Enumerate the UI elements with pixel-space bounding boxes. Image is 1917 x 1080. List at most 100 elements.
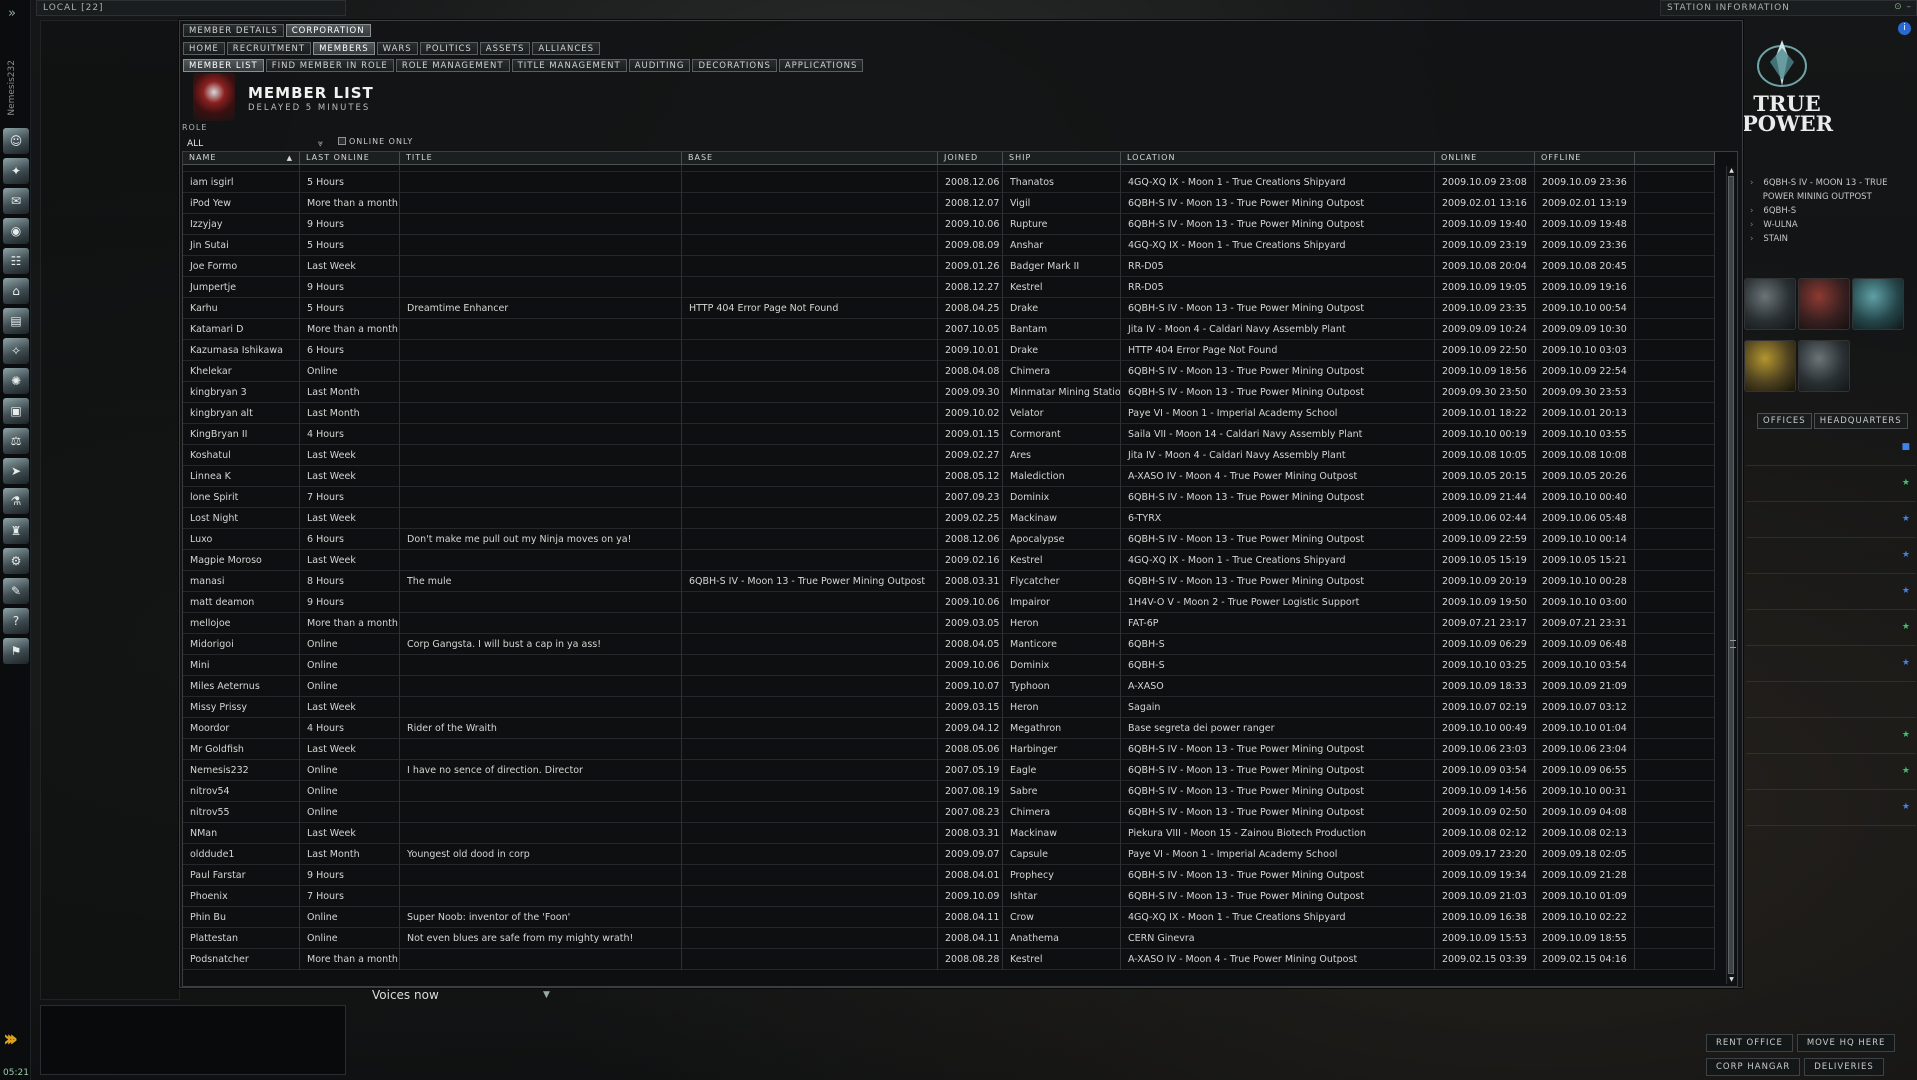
column-joined[interactable]: JOINED — [938, 152, 1003, 165]
table-row[interactable]: Mini Online 2009.10.06 Dominix 6QBH-S 2009.10… — [183, 655, 1715, 676]
table-row[interactable]: matt deamon 9 Hours 2009.10.06 Impairor 1H4V… — [183, 592, 1715, 613]
column-ship[interactable]: SHIP — [1003, 152, 1121, 165]
skills-icon[interactable]: ✦ — [3, 158, 29, 184]
table-row[interactable]: Luxo 6 Hours Don't make me pull out my Nin… — [183, 529, 1715, 550]
table-row[interactable]: Moordor 4 Hours Rider of the Wraith 2009.04… — [183, 718, 1715, 739]
people-icon[interactable]: ☷ — [3, 248, 29, 274]
tab-decorations[interactable]: DECORATIONS — [692, 59, 777, 72]
tab-politics[interactable]: POLITICS — [419, 42, 478, 55]
column-offline[interactable]: OFFLINE — [1535, 152, 1635, 165]
table-row[interactable]: Midorigoi Online Corp Gangsta. I will bust… — [183, 634, 1715, 655]
table-row[interactable]: Karhu 5 Hours Dreamtime Enhancer HTTP 404 E… — [183, 298, 1715, 319]
corp-hangar-button[interactable]: CORP HANGAR — [1706, 1058, 1801, 1076]
table-row[interactable]: NMan Last Week 2008.03.31 Mackinaw Piekura V… — [183, 823, 1715, 844]
table-row[interactable]: Katamari D More than a month 2007.10.05 Ban… — [183, 319, 1715, 340]
expand-icon[interactable]: » — [8, 6, 16, 21]
factory-icon[interactable]: ⚙ — [3, 548, 29, 574]
scrollbar[interactable]: ▲ ▼ — [1726, 166, 1736, 984]
tab-title-management[interactable]: TITLE MANAGEMENT — [511, 59, 627, 72]
rent-office-button[interactable]: RENT OFFICE — [1706, 1034, 1793, 1052]
role-dropdown[interactable]: ALL ⩔ — [182, 138, 327, 152]
table-row[interactable]: Jin Sutai 5 Hours 2009.08.09 Anshar 4GQ-XQ I… — [183, 235, 1715, 256]
tab-member-details[interactable]: MEMBER DETAILS — [183, 24, 284, 37]
column-extra[interactable] — [1635, 152, 1715, 165]
pilot-name[interactable]: Nemesis232 — [7, 60, 23, 116]
table-row[interactable]: nitrov55 Online 2007.08.23 Chimera 6QBH-S IV… — [183, 802, 1715, 823]
info-icon[interactable]: i — [1898, 22, 1911, 35]
corporation-icon[interactable]: ♜ — [3, 518, 29, 544]
table-row[interactable]: Khelekar Online 2008.04.08 Chimera 6QBH-S IV… — [183, 361, 1715, 382]
service-portrait[interactable] — [1744, 340, 1796, 392]
table-row[interactable]: iPod Yew More than a month 2008.12.07 Vigil… — [183, 193, 1715, 214]
table-row[interactable]: mellojoe More than a month 2009.03.05 Heron… — [183, 613, 1715, 634]
move-hq-button[interactable]: MOVE HQ HERE — [1796, 1034, 1896, 1052]
table-row[interactable]: Phoenix 7 Hours 2009.10.09 Ishtar 6QBH-S IV … — [183, 886, 1715, 907]
list-item[interactable]: ★ — [1746, 718, 1916, 754]
map-icon[interactable]: ✧ — [3, 338, 29, 364]
table-row[interactable]: Koshatul Last Week 2009.02.27 Ares Jita IV -… — [183, 445, 1715, 466]
table-row[interactable]: Magpie Moroso Last Week 2009.02.16 Kestrel 4… — [183, 550, 1715, 571]
service-portrait[interactable] — [1852, 278, 1904, 330]
tab-auditing[interactable]: AUDITING — [628, 59, 691, 72]
table-row[interactable]: nitrov54 Online 2007.08.19 Sabre 6QBH-S IV -… — [183, 781, 1715, 802]
station-info-line[interactable]: › W-ULNA — [1750, 220, 1915, 234]
table-row[interactable]: Linnea K Last Week 2008.05.12 Malediction A-… — [183, 466, 1715, 487]
table-row[interactable]: Paul Farstar 9 Hours 2008.04.01 Prophecy 6QB… — [183, 865, 1715, 886]
service-portrait[interactable] — [1798, 278, 1850, 330]
table-row[interactable]: lone Spirit 7 Hours 2007.09.23 Dominix 6QBH-… — [183, 487, 1715, 508]
column-title[interactable]: TITLE — [400, 152, 682, 165]
tab-alliances[interactable]: ALLIANCES — [532, 42, 601, 55]
deliveries-button[interactable]: DELIVERIES — [1804, 1058, 1884, 1076]
scroll-down-icon[interactable]: ▼ — [1727, 975, 1736, 984]
table-row[interactable]: Jumpertje 9 Hours 2008.12.27 Kestrel RR-D05 2… — [183, 277, 1715, 298]
tab-headquarters[interactable]: HEADQUARTERS — [1813, 413, 1908, 429]
station-info-line[interactable]: › 6QBH-S — [1750, 206, 1915, 220]
station-info-line[interactable]: › STAIN — [1750, 234, 1915, 248]
table-row[interactable]: olddude1 Last Month Youngest old dood in c… — [183, 844, 1715, 865]
column-last-online[interactable]: LAST ONLINE — [300, 152, 400, 165]
list-item[interactable]: ★ — [1746, 790, 1916, 826]
starmap-icon[interactable]: ✺ — [3, 368, 29, 394]
table-row[interactable]: iam isgirl 5 Hours 2008.12.06 Thanatos 4GQ-X… — [183, 172, 1715, 193]
science-icon[interactable]: ⚗ — [3, 488, 29, 514]
mail-icon[interactable]: ✉ — [3, 188, 29, 214]
column-name[interactable]: NAME ▲ — [183, 152, 300, 165]
tab-assets[interactable]: ASSETS — [479, 42, 531, 55]
tab-member-list[interactable]: MEMBER LIST — [183, 59, 264, 72]
list-item[interactable] — [1746, 682, 1916, 718]
table-row[interactable]: Phin Bu Online Super Noob: inventor of the… — [183, 907, 1715, 928]
service-portrait[interactable] — [1744, 278, 1796, 330]
tab-corporation[interactable]: CORPORATION — [285, 24, 371, 37]
table-row[interactable]: Kazumasa Ishikawa 6 Hours 2009.10.01 Drake H… — [183, 340, 1715, 361]
table-row[interactable]: Missy Prissy Last Week 2009.03.15 Heron Saga… — [183, 697, 1715, 718]
table-row[interactable]: kingbryan 3 Last Month 2009.09.30 Minmatar … — [183, 382, 1715, 403]
character-icon[interactable]: ☺ — [3, 128, 29, 154]
table-row[interactable]: Lost Night Last Week 2009.02.25 Mackinaw 6-T… — [183, 508, 1715, 529]
service-portrait[interactable] — [1798, 340, 1850, 392]
table-row[interactable]: Nemesis232 Online I have no sence of direc… — [183, 760, 1715, 781]
list-item[interactable]: ★ — [1746, 754, 1916, 790]
list-item[interactable]: ★ — [1746, 502, 1916, 538]
tab-home[interactable]: HOME — [183, 42, 225, 55]
table-row[interactable]: Miles Aeternus Online 2009.10.07 Typhoon A-X… — [183, 676, 1715, 697]
tab-find-member-in-role[interactable]: FIND MEMBER IN ROLE — [265, 59, 394, 72]
window-controls-icon[interactable]: ⊙ – — [1894, 2, 1912, 12]
list-item[interactable]: ★ — [1746, 466, 1916, 502]
channels-icon[interactable]: ◉ — [3, 218, 29, 244]
ship-icon[interactable]: ➤ — [3, 458, 29, 484]
local-chat-input[interactable] — [40, 1005, 346, 1075]
scroll-up-icon[interactable]: ▲ — [1727, 166, 1736, 175]
table-row[interactable]: KingBryan II 4 Hours 2009.01.15 Cormorant Sa… — [183, 424, 1715, 445]
list-item[interactable]: ★ — [1746, 646, 1916, 682]
column-location[interactable]: LOCATION — [1121, 152, 1435, 165]
local-chat-header[interactable]: LOCAL [22] — [36, 0, 346, 16]
tab-role-management[interactable]: ROLE MANAGEMENT — [395, 59, 510, 72]
journal-icon[interactable]: ▤ — [3, 308, 29, 334]
table-row[interactable]: Izzyjay 9 Hours 2009.10.06 Rupture 6QBH-S IV… — [183, 214, 1715, 235]
table-row[interactable]: Podsnatcher More than a month 2008.08.28 Ke… — [183, 949, 1715, 970]
chevron-menu-icon[interactable]: ››› — [3, 1027, 18, 1052]
table-row[interactable]: Joe Formo Last Week 2009.01.26 Badger Mark … — [183, 256, 1715, 277]
column-base[interactable]: BASE — [682, 152, 938, 165]
tab-wars[interactable]: WARS — [376, 42, 418, 55]
station-info-line[interactable]: › 6QBH-S IV - MOON 13 - TRUE — [1750, 178, 1915, 192]
